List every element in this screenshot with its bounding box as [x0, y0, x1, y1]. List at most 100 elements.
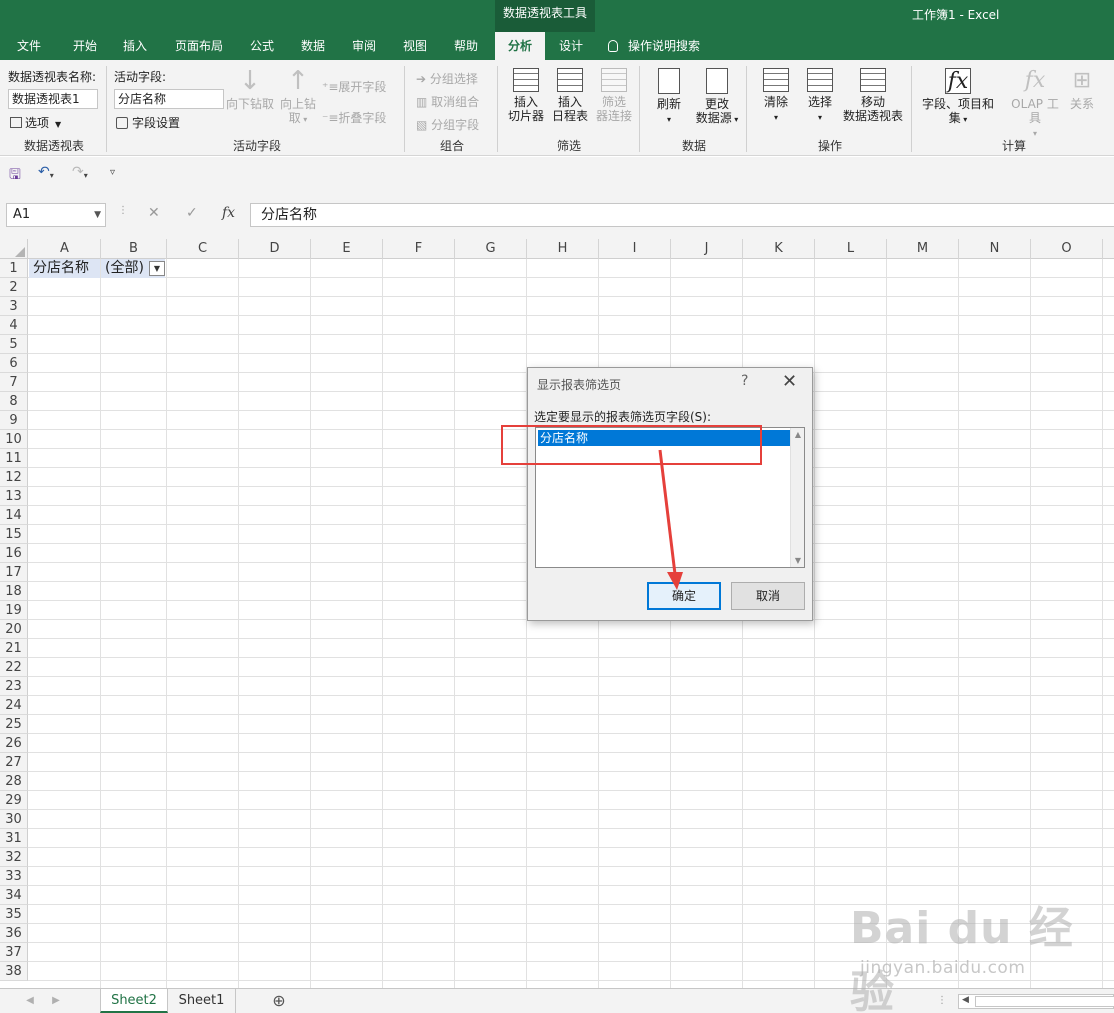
active-field-input[interactable]: 分店名称 — [114, 89, 224, 109]
row-header-11[interactable]: 11 — [0, 449, 28, 468]
column-header-l[interactable]: L — [815, 239, 887, 259]
enter-icon[interactable]: ✓ — [186, 205, 198, 221]
row-header-8[interactable]: 8 — [0, 392, 28, 411]
redo-icon[interactable]: ↷ ▾ — [72, 164, 88, 180]
change-data-source-button[interactable]: 更改 数据源 ▾ — [692, 68, 742, 127]
customize-qat-icon[interactable]: ▿ — [110, 167, 115, 178]
cancel-icon[interactable]: ✕ — [148, 205, 160, 221]
move-pivottable-button[interactable]: 移动 数据透视表 — [838, 68, 908, 123]
column-header-o[interactable]: O — [1031, 239, 1103, 259]
select-all-corner[interactable] — [0, 239, 28, 259]
row-header-5[interactable]: 5 — [0, 335, 28, 354]
close-icon[interactable]: ✕ — [782, 371, 797, 392]
clear-button[interactable]: 清除 ▾ — [754, 68, 798, 125]
column-header-d[interactable]: D — [239, 239, 311, 259]
tab-file[interactable]: 文件 — [6, 32, 52, 60]
ok-button[interactable]: 确定 — [647, 582, 721, 610]
group-selection-button[interactable]: ➔ 分组选择 — [416, 70, 478, 87]
row-header-14[interactable]: 14 — [0, 506, 28, 525]
insert-timeline-button[interactable]: 插入 日程表 — [548, 68, 592, 123]
row-header-3[interactable]: 3 — [0, 297, 28, 316]
column-header-g[interactable]: G — [455, 239, 527, 259]
ungroup-button[interactable]: ▥ 取消组合 — [416, 93, 479, 110]
tab-view[interactable]: 视图 — [392, 32, 438, 60]
row-header-32[interactable]: 32 — [0, 848, 28, 867]
tab-insert[interactable]: 插入 — [112, 32, 158, 60]
row-header-34[interactable]: 34 — [0, 886, 28, 905]
options-button[interactable]: 选项 ▼ — [10, 114, 61, 131]
refresh-button[interactable]: 刷新 ▾ — [646, 68, 692, 127]
relationships-button[interactable]: ⊞ 关系 — [1062, 68, 1102, 111]
drill-up-button[interactable]: ↑ 向上钻 取 ▾ — [278, 68, 318, 127]
row-header-35[interactable]: 35 — [0, 905, 28, 924]
column-header-m[interactable]: M — [887, 239, 959, 259]
column-header-i[interactable]: I — [599, 239, 671, 259]
vertical-scrollbar[interactable]: ▲ ▼ — [790, 428, 804, 567]
row-header-13[interactable]: 13 — [0, 487, 28, 506]
column-header-k[interactable]: K — [743, 239, 815, 259]
save-icon[interactable]: 🖫 — [9, 164, 21, 188]
row-header-16[interactable]: 16 — [0, 544, 28, 563]
group-field-button[interactable]: ▧ 分组字段 — [416, 116, 479, 133]
row-header-1[interactable]: 1 — [0, 259, 28, 278]
row-header-9[interactable]: 9 — [0, 411, 28, 430]
cell-a1[interactable]: 分店名称 — [29, 259, 100, 278]
sheet-tab-sheet2[interactable]: Sheet2 — [100, 989, 168, 1013]
row-header-17[interactable]: 17 — [0, 563, 28, 582]
tab-page-layout[interactable]: 页面布局 — [168, 32, 230, 60]
column-header-b[interactable]: B — [101, 239, 167, 259]
row-header-4[interactable]: 4 — [0, 316, 28, 335]
pivot-name-input[interactable]: 数据透视表1 — [8, 89, 98, 109]
add-sheet-icon[interactable]: ⊕ — [268, 989, 290, 1013]
insert-function-icon[interactable]: fx — [222, 205, 235, 221]
row-header-30[interactable]: 30 — [0, 810, 28, 829]
tab-data[interactable]: 数据 — [290, 32, 336, 60]
column-header-c[interactable]: C — [167, 239, 239, 259]
row-header-19[interactable]: 19 — [0, 601, 28, 620]
scroll-left-icon[interactable]: ◀ — [20, 989, 40, 1013]
scroll-right-icon[interactable]: ▶ — [46, 989, 66, 1013]
sheet-tab-sheet1[interactable]: Sheet1 — [168, 989, 236, 1013]
row-header-10[interactable]: 10 — [0, 430, 28, 449]
column-header-e[interactable]: E — [311, 239, 383, 259]
row-header-38[interactable]: 38 — [0, 962, 28, 981]
row-header-20[interactable]: 20 — [0, 620, 28, 639]
row-header-37[interactable]: 37 — [0, 943, 28, 962]
row-header-23[interactable]: 23 — [0, 677, 28, 696]
filter-connections-button[interactable]: 筛选 器连接 — [592, 68, 636, 123]
chevron-down-icon[interactable]: ▼ — [791, 556, 805, 565]
select-button[interactable]: 选择 ▾ — [798, 68, 842, 125]
tell-me-search[interactable]: 操作说明搜索 — [608, 32, 718, 60]
drill-down-button[interactable]: ↓ 向下钻取 — [225, 68, 275, 111]
fields-items-sets-button[interactable]: fx 字段、项目和集 ▾ — [916, 68, 1000, 127]
row-header-33[interactable]: 33 — [0, 867, 28, 886]
chevron-up-icon[interactable]: ▲ — [791, 430, 805, 439]
row-header-29[interactable]: 29 — [0, 791, 28, 810]
tab-formulas[interactable]: 公式 — [239, 32, 285, 60]
collapse-field-button[interactable]: ⁻≡折叠字段 — [322, 109, 386, 126]
tab-home[interactable]: 开始 — [62, 32, 108, 60]
insert-slicer-button[interactable]: 插入 切片器 — [504, 68, 548, 123]
row-header-7[interactable]: 7 — [0, 373, 28, 392]
formula-input[interactable]: 分店名称 — [250, 203, 1114, 227]
row-header-22[interactable]: 22 — [0, 658, 28, 677]
tab-design[interactable]: 设计 — [548, 32, 594, 60]
row-header-24[interactable]: 24 — [0, 696, 28, 715]
column-header-h[interactable]: H — [527, 239, 599, 259]
field-settings-button[interactable]: 字段设置 — [116, 114, 180, 131]
column-header-j[interactable]: J — [671, 239, 743, 259]
help-icon[interactable]: ? — [741, 373, 748, 389]
column-header-a[interactable]: A — [29, 239, 101, 259]
undo-icon[interactable]: ↶ ▾ — [38, 164, 54, 180]
row-header-31[interactable]: 31 — [0, 829, 28, 848]
row-header-25[interactable]: 25 — [0, 715, 28, 734]
tab-analyze[interactable]: 分析 — [495, 32, 545, 60]
row-header-12[interactable]: 12 — [0, 468, 28, 487]
row-header-21[interactable]: 21 — [0, 639, 28, 658]
row-header-27[interactable]: 27 — [0, 753, 28, 772]
filter-dropdown-button[interactable]: ▼ — [149, 261, 165, 276]
expand-field-button[interactable]: ⁺≡展开字段 — [322, 78, 386, 95]
row-header-26[interactable]: 26 — [0, 734, 28, 753]
row-header-2[interactable]: 2 — [0, 278, 28, 297]
cancel-button[interactable]: 取消 — [731, 582, 805, 610]
